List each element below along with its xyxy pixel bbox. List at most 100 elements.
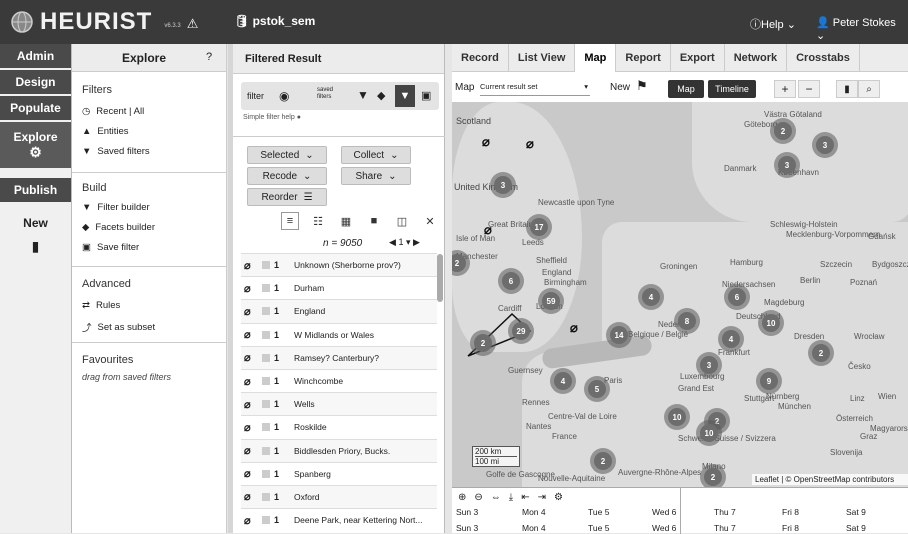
filter-builder-item[interactable]: ▼ Filter builder <box>82 202 150 213</box>
zoom-in-icon[interactable]: ⊕ <box>458 492 466 503</box>
table-row[interactable]: ⌀ 1 W Midlands or Wales <box>241 322 437 346</box>
save-filter-item[interactable]: ▣ Save filter <box>82 242 139 253</box>
cluster-marker[interactable]: 3 <box>696 352 722 378</box>
table-row[interactable]: ⌀ 1 Spanberg <box>241 461 437 485</box>
single-record-icon[interactable]: ■ <box>365 212 383 230</box>
filter-add-icon[interactable]: ▼ <box>357 88 369 102</box>
link-icon[interactable]: ⌀ <box>482 134 490 150</box>
link-icon[interactable]: ⌀ <box>244 282 262 295</box>
cluster-marker[interactable]: 3 <box>812 132 838 158</box>
tab-list-view[interactable]: List View <box>509 44 576 72</box>
table-row[interactable]: ⌀ 1 Durham <box>241 276 437 300</box>
fit-width-icon[interactable]: ⇔ <box>491 492 501 503</box>
simple-filter-help[interactable]: Simple filter help ● <box>243 114 301 121</box>
link-icon[interactable]: ⌀ <box>244 259 262 272</box>
zoom-out-icon[interactable]: ⊖ <box>474 492 482 503</box>
cube-icon[interactable]: ◆ <box>377 89 385 102</box>
link-icon[interactable]: ⌀ <box>244 328 262 341</box>
table-row[interactable]: ⌀ 1 Unknown (Sherborne prov?) <box>241 253 437 277</box>
save-icon[interactable]: ▣ <box>421 89 431 102</box>
table-row[interactable]: ⌀ 1 Wells <box>241 392 437 416</box>
select-checkbox[interactable] <box>262 492 270 501</box>
map-attribution[interactable]: Leaflet | © OpenStreetMap contributors <box>752 474 908 485</box>
set-as-subset-item[interactable]: ⤴ Set as subset <box>82 320 155 335</box>
select-checkbox[interactable] <box>262 446 270 455</box>
cluster-marker[interactable]: 10 <box>696 420 722 446</box>
link-icon[interactable]: ⌀ <box>244 351 262 364</box>
panel-view-icon[interactable]: ◫ <box>393 212 411 230</box>
link-icon[interactable]: ⌀ <box>244 375 262 388</box>
nav-populate[interactable]: Populate <box>0 96 71 122</box>
link-icon[interactable]: ⌀ <box>244 467 262 480</box>
pager[interactable]: ◀ 1 ▾ ▶ <box>389 237 420 248</box>
zoom-out-button[interactable]: − <box>798 80 820 98</box>
share-dropdown[interactable]: Share ⌄ <box>341 167 411 185</box>
link-icon[interactable]: ⌀ <box>244 398 262 411</box>
selected-dropdown[interactable]: Selected ⌄ <box>247 146 327 164</box>
nav-design[interactable]: Design <box>0 70 71 96</box>
select-checkbox[interactable] <box>262 330 270 339</box>
timeline-button[interactable]: Timeline <box>708 80 756 98</box>
link-icon[interactable]: ⌀ <box>484 222 492 238</box>
user-menu[interactable]: 👤 Peter Stokes ⌄ <box>816 16 908 42</box>
next-page-icon[interactable]: ▶ <box>413 237 420 247</box>
reorder-button[interactable]: Reorder ☰ <box>247 188 327 206</box>
recode-dropdown[interactable]: Recode ⌄ <box>247 167 327 185</box>
cluster-marker[interactable]: 10 <box>758 310 784 336</box>
table-row[interactable]: ⌀ 1 Deene Park, near Kettering Nort... <box>241 508 437 532</box>
cluster-marker[interactable]: 17 <box>526 214 552 240</box>
cluster-marker[interactable]: 59 <box>538 288 564 314</box>
link-icon[interactable]: ⌀ <box>244 490 262 503</box>
table-row[interactable]: ⌀ 1 England <box>241 299 437 323</box>
help-icon[interactable]: ? <box>206 51 212 63</box>
new-map-icon[interactable]: ⚑ <box>636 78 648 94</box>
select-checkbox[interactable] <box>262 307 270 316</box>
dataset-select[interactable]: Current result set ▾ <box>480 82 590 96</box>
table-row[interactable]: ⌀ 1 Oxford <box>241 484 437 509</box>
list-view-icon[interactable]: ≡ <box>281 212 299 230</box>
nav-explore[interactable]: Explore ⚙ <box>0 122 71 170</box>
select-checkbox[interactable] <box>262 469 270 478</box>
prev-page-icon[interactable]: ◀ <box>389 237 396 247</box>
tab-export[interactable]: Export <box>671 44 725 72</box>
tab-report[interactable]: Report <box>616 44 671 72</box>
select-checkbox[interactable] <box>262 353 270 362</box>
link-icon[interactable]: ⌀ <box>244 514 262 527</box>
cluster-marker[interactable]: 3 <box>774 152 800 178</box>
link-icon[interactable]: ⌀ <box>570 320 578 336</box>
cluster-marker[interactable]: 8 <box>674 308 700 334</box>
cluster-marker[interactable]: 10 <box>664 404 690 430</box>
cluster-marker[interactable]: 2 <box>770 118 796 144</box>
cluster-marker[interactable]: 4 <box>550 368 576 394</box>
tab-map[interactable]: Map <box>575 44 617 72</box>
cluster-marker[interactable]: 9 <box>756 368 782 394</box>
filter-active-icon[interactable]: ▼ <box>395 85 415 107</box>
tab-record[interactable]: Record <box>452 44 509 72</box>
tab-crosstabs[interactable]: Crosstabs <box>787 44 860 72</box>
zoom-in-button[interactable]: + <box>774 80 796 98</box>
cluster-marker[interactable]: 2 <box>590 448 616 474</box>
collapse-icon[interactable]: ✕ <box>421 212 439 230</box>
select-checkbox[interactable] <box>262 516 270 525</box>
select-checkbox[interactable] <box>262 261 270 270</box>
go-start-icon[interactable]: ⇤ <box>521 492 529 503</box>
cluster-marker[interactable]: 2 <box>470 330 496 356</box>
list-thumbs-icon[interactable]: ☷ <box>309 212 327 230</box>
help-menu[interactable]: ⓘHelp ⌄ <box>750 16 796 32</box>
table-row[interactable]: ⌀ 1 Roskilde <box>241 415 437 439</box>
cluster-marker[interactable]: 4 <box>718 326 744 352</box>
new-document-icon[interactable]: ▮ <box>0 238 71 255</box>
nav-publish[interactable]: Publish <box>0 178 71 204</box>
collect-dropdown[interactable]: Collect ⌄ <box>341 146 411 164</box>
table-row[interactable]: ⌀ 1 Biddlesden Priory, Bucks. <box>241 438 437 462</box>
cluster-marker[interactable]: 3 <box>490 172 516 198</box>
cluster-marker[interactable]: 5 <box>584 376 610 402</box>
result-scrollbar[interactable] <box>437 254 443 302</box>
map-button[interactable]: Map <box>668 80 704 98</box>
select-checkbox[interactable] <box>262 423 270 432</box>
eye-icon[interactable]: ◉ <box>279 89 289 103</box>
select-checkbox[interactable] <box>262 400 270 409</box>
link-icon[interactable]: ⌀ <box>244 305 262 318</box>
download-icon[interactable]: ⤓ <box>509 492 513 503</box>
saved-filters-item[interactable]: ▼ Saved filters <box>82 146 150 157</box>
